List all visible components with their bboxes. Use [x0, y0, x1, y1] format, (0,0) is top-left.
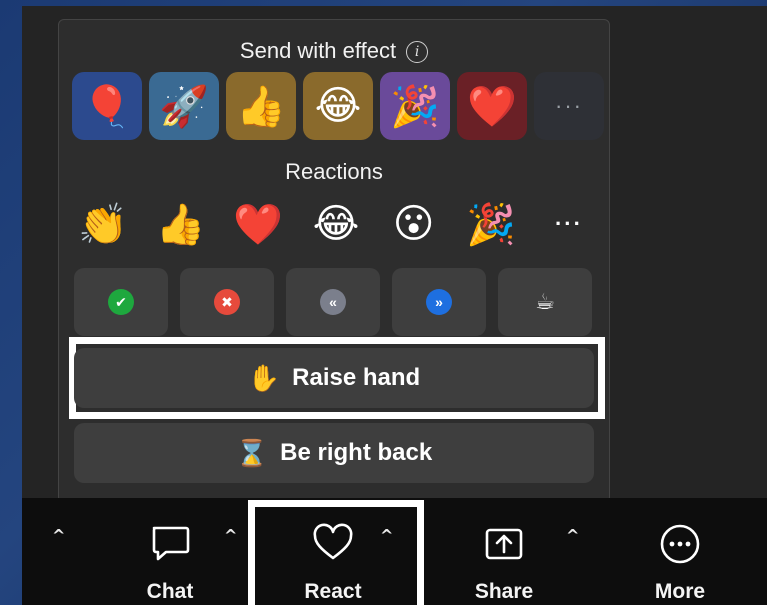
thumbs-up-reaction-button[interactable]: 👍 — [149, 196, 213, 252]
coffee-button[interactable]: ☕ — [498, 268, 592, 336]
clap-icon: 👏 — [78, 202, 128, 247]
effects-row: 🎈 🚀 👍 😂 🎉 ❤️ ··· — [72, 72, 604, 140]
share-label: Share — [474, 580, 534, 603]
laughing-icon: 😂 — [314, 84, 362, 128]
heart-icon: ❤️ — [467, 84, 517, 129]
balloon-icon: 🎈 — [82, 84, 132, 129]
more-dots-icon: ··· — [555, 93, 583, 118]
laughing-effect-button[interactable]: 😂 — [303, 72, 373, 140]
react-highlight — [248, 500, 424, 605]
raise-hand-button[interactable]: ✋ Raise hand — [74, 348, 594, 408]
chat-label: Chat — [146, 580, 194, 603]
more-button[interactable]: More — [648, 498, 712, 605]
chat-icon — [152, 526, 190, 561]
tada-icon: 🎉 — [466, 202, 517, 247]
rocket-icon: 🚀 — [159, 84, 209, 129]
more-reactions-button[interactable]: ··· — [537, 196, 601, 252]
tada-reaction-button[interactable]: 🎉 — [459, 196, 523, 252]
caret-up-icon[interactable]: ^ — [566, 526, 579, 545]
hourglass-icon: ⌛ — [235, 437, 269, 468]
more-label: More — [654, 580, 706, 603]
thumbs-up-icon: 👍 — [155, 202, 206, 247]
be-right-back-label: Be right back — [280, 439, 433, 466]
heart-icon: ❤️ — [233, 202, 284, 247]
heart-reaction-button[interactable]: ❤️ — [226, 196, 290, 252]
heart-effect-button[interactable]: ❤️ — [457, 72, 527, 140]
joy-icon: 😂 — [312, 202, 360, 246]
thumbs-up-icon: 👍 — [236, 84, 286, 129]
go-slower-button[interactable]: « — [286, 268, 380, 336]
share-button[interactable]: Share — [468, 498, 540, 605]
balloon-effect-button[interactable]: 🎈 — [72, 72, 142, 140]
status-row: ✔ ✖ « » ☕ — [74, 268, 592, 336]
raised-hand-icon: ✋ — [247, 362, 281, 393]
surprised-icon: 😮 — [392, 202, 435, 246]
raise-hand-label: Raise hand — [292, 364, 421, 391]
more-dots-icon: ··· — [554, 211, 583, 236]
share-screen-icon — [485, 528, 523, 560]
surprised-reaction-button[interactable]: 😮 — [382, 196, 446, 252]
reactions-title: Reactions — [285, 159, 383, 184]
be-right-back-button[interactable]: ⌛ Be right back — [74, 423, 594, 483]
thumbs-up-effect-button[interactable]: 👍 — [226, 72, 296, 140]
go-faster-button[interactable]: » — [392, 268, 486, 336]
party-popper-icon: 🎉 — [390, 84, 440, 129]
clap-reaction-button[interactable]: 👏 — [71, 196, 135, 252]
no-button[interactable]: ✖ — [180, 268, 274, 336]
yes-button[interactable]: ✔ — [74, 268, 168, 336]
chat-button[interactable]: Chat — [140, 498, 200, 605]
caret-up-icon[interactable]: ^ — [52, 526, 65, 545]
more-effects-button[interactable]: ··· — [534, 72, 604, 140]
x-icon: ✖ — [214, 289, 240, 315]
effects-title: Send with effect i — [59, 38, 609, 64]
reactions-row: 👏 👍 ❤️ 😂 😮 🎉 ··· — [71, 196, 601, 252]
check-icon: ✔ — [108, 289, 134, 315]
fast-forward-icon: » — [426, 289, 452, 315]
caret-up-icon[interactable]: ^ — [224, 526, 237, 545]
info-icon[interactable]: i — [406, 41, 429, 63]
more-icon — [660, 524, 700, 564]
rewind-icon: « — [320, 289, 346, 315]
coffee-icon: ☕ — [535, 289, 555, 314]
joy-reaction-button[interactable]: 😂 — [304, 196, 368, 252]
rocket-effect-button[interactable]: 🚀 — [149, 72, 219, 140]
party-popper-effect-button[interactable]: 🎉 — [380, 72, 450, 140]
